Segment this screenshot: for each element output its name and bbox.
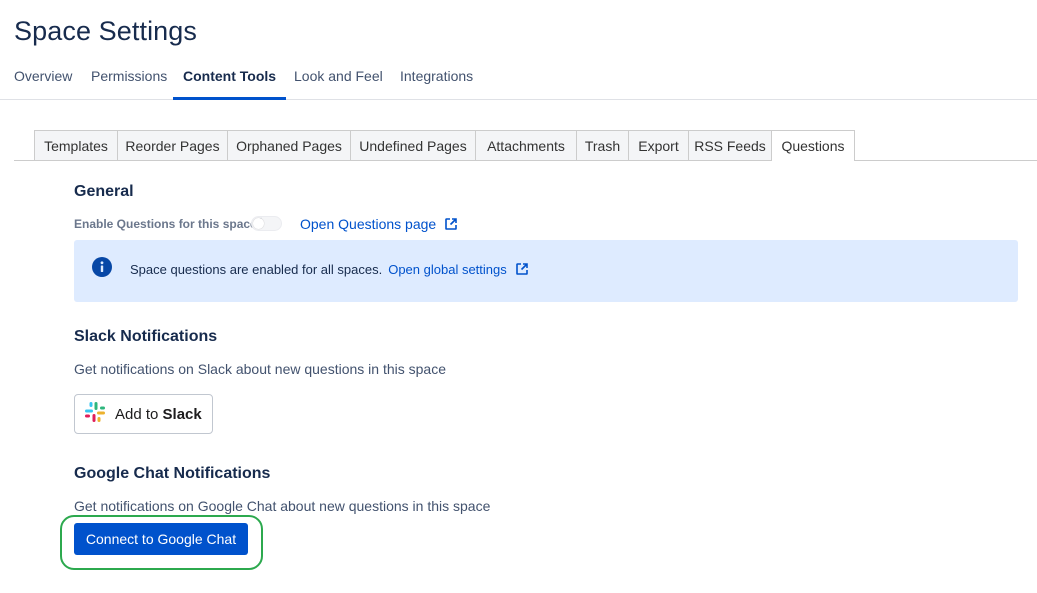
subtab-trash[interactable]: Trash (577, 130, 629, 160)
main-tab-bar: Overview Permissions Content Tools Look … (0, 58, 1037, 100)
slack-logo-icon (84, 401, 106, 428)
subtab-orphaned-pages[interactable]: Orphaned Pages (228, 130, 351, 160)
info-text: Space questions are enabled for all spac… (130, 262, 383, 277)
external-link-icon (515, 262, 529, 279)
info-message: Space questions are enabled for all spac… (130, 262, 529, 279)
info-icon (92, 257, 112, 282)
open-global-settings-link[interactable]: Open global settings (388, 262, 529, 277)
subtab-reorder-pages[interactable]: Reorder Pages (118, 130, 228, 160)
open-questions-page-label: Open Questions page (300, 216, 437, 232)
subtab-questions[interactable]: Questions (771, 130, 855, 161)
enable-questions-label: Enable Questions for this space (74, 217, 257, 231)
open-questions-page-link[interactable]: Open Questions page (300, 216, 458, 234)
subtab-templates[interactable]: Templates (34, 130, 118, 160)
subtab-export[interactable]: Export (629, 130, 689, 160)
enable-questions-toggle[interactable]: ✓ (251, 216, 282, 231)
slack-section-title: Slack Notifications (74, 328, 218, 345)
toggle-knob (253, 218, 264, 229)
tab-integrations[interactable]: Integrations (400, 68, 473, 99)
subtab-undefined-pages[interactable]: Undefined Pages (351, 130, 476, 160)
google-chat-description: Get notifications on Google Chat about n… (74, 498, 491, 514)
external-link-icon (444, 217, 458, 234)
general-section-title: General (74, 183, 134, 200)
info-panel: Space questions are enabled for all spac… (74, 240, 1018, 302)
tab-look-and-feel[interactable]: Look and Feel (294, 68, 383, 99)
content-tools-tab-bar: Templates Reorder Pages Orphaned Pages U… (14, 130, 1037, 161)
tab-overview[interactable]: Overview (14, 68, 72, 99)
slack-description: Get notifications on Slack about new que… (74, 361, 446, 377)
open-global-settings-label: Open global settings (388, 262, 507, 277)
subtab-attachments[interactable]: Attachments (476, 130, 577, 160)
add-to-slack-prefix: Add to (115, 405, 159, 423)
google-chat-section-title: Google Chat Notifications (74, 465, 271, 482)
tab-permissions[interactable]: Permissions (91, 68, 167, 99)
subtab-rss-feeds[interactable]: RSS Feeds (689, 130, 772, 160)
slack-brand-text: Slack (162, 405, 202, 423)
tab-content-tools[interactable]: Content Tools (172, 68, 287, 100)
page-title: Space Settings (14, 16, 198, 46)
add-to-slack-label: Add to Slack (115, 406, 202, 423)
add-to-slack-button[interactable]: Add to Slack (74, 394, 213, 434)
connect-to-google-chat-button[interactable]: Connect to Google Chat (74, 523, 248, 555)
